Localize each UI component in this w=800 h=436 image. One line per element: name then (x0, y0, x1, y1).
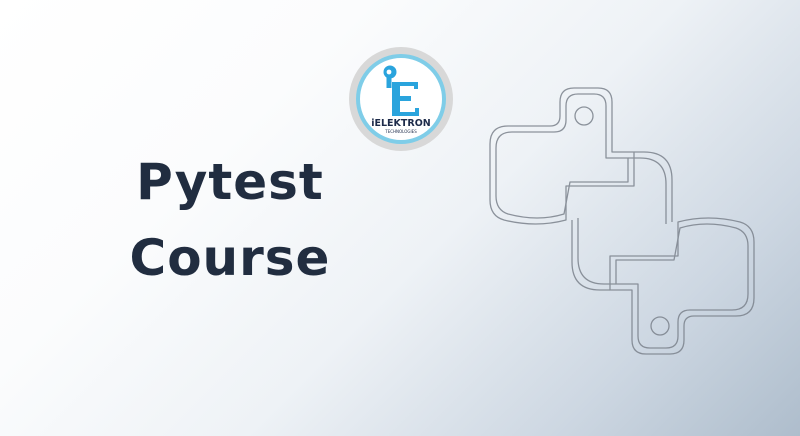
course-title-line-1: Pytest (136, 153, 324, 211)
company-logo: iELEKTRON TECHNOLOGIES (348, 46, 454, 152)
course-title-line-2: Course (129, 229, 331, 287)
python-logo-outline-icon (484, 82, 760, 360)
logo-tagline: TECHNOLOGIES (384, 129, 417, 134)
course-banner: iELEKTRON TECHNOLOGIES Pytest Course (0, 0, 800, 436)
logo-wordmark: iELEKTRON (371, 118, 431, 129)
ielektron-logo-icon: iELEKTRON TECHNOLOGIES (349, 47, 453, 151)
